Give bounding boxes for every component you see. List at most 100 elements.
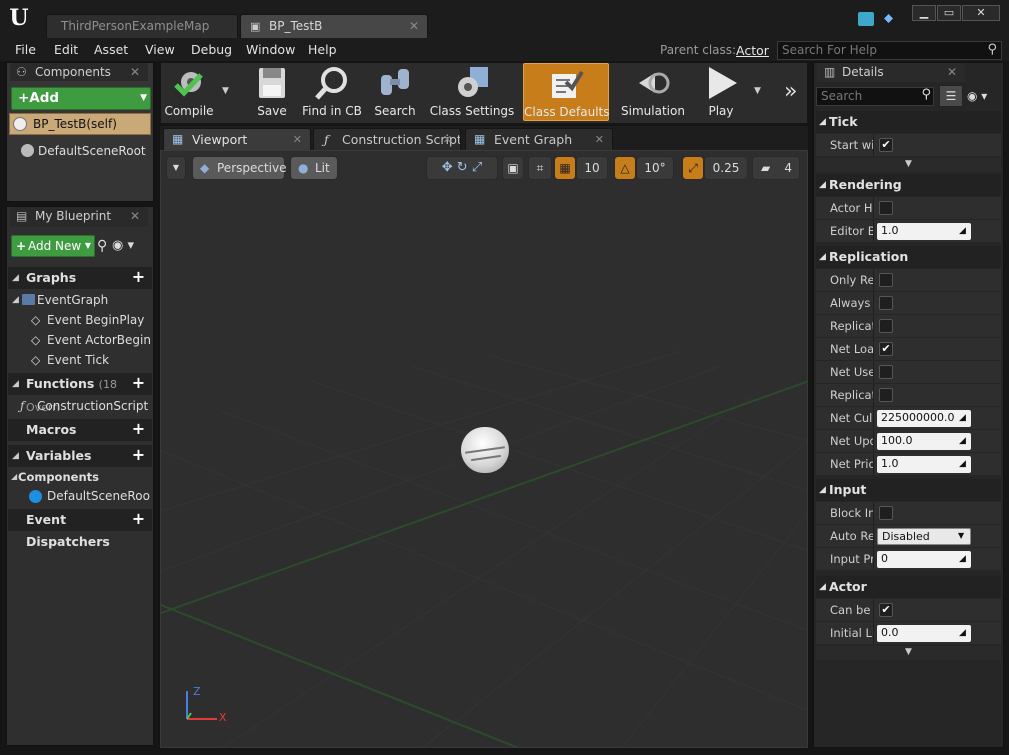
collapse-icon[interactable]: ◢ [12, 373, 19, 395]
chat-icon[interactable] [858, 12, 874, 26]
functions-section[interactable]: ◢ Functions (18 Overri + [8, 373, 152, 414]
learn-cap-icon[interactable]: ⬥ [884, 12, 902, 26]
default-scene-root-sphere[interactable] [461, 427, 509, 473]
search-button[interactable]: Search [370, 63, 420, 121]
drag-grip-icon[interactable]: ◢ [959, 554, 968, 564]
rotate-icon[interactable]: ↻ [457, 160, 468, 175]
variables-components-subsection[interactable]: ◢ Components [10, 468, 152, 486]
variable-item-default-scene-root[interactable]: DefaultSceneRoo [28, 487, 152, 505]
minimize-button[interactable]: ▁ [912, 5, 936, 21]
collapse-icon[interactable]: ◢ [819, 111, 826, 133]
translate-icon[interactable]: ✥ [442, 160, 453, 175]
scale-snap-value[interactable]: 0.25 [704, 156, 748, 180]
event-dispatchers-section[interactable]: Event Dispatchers + [8, 509, 152, 549]
menu-asset[interactable]: Asset [94, 42, 128, 57]
close-window-button[interactable]: ✕ [962, 5, 1000, 21]
unreal-logo-icon[interactable]: U [6, 4, 32, 32]
net-load-checkbox[interactable]: ✔ [879, 342, 893, 356]
tab-bp-testb[interactable]: ▣ BP_TestB ✕ [240, 14, 428, 38]
rotation-snap-value[interactable]: 10° [636, 156, 674, 180]
visibility-eye-icon[interactable]: ◉ ▾ [967, 87, 1001, 105]
auto-receive-input-select[interactable]: Disabled ▼ [877, 528, 971, 545]
always-relevant-checkbox[interactable] [879, 296, 893, 310]
details-section-input[interactable]: ◢ Input [816, 479, 1001, 501]
drag-grip-icon[interactable]: ◢ [959, 226, 968, 236]
collapse-icon[interactable]: ◢ [12, 445, 19, 467]
component-self-item[interactable]: BP_TestB(self) [9, 113, 151, 135]
search-icon[interactable]: ⚲ [921, 87, 931, 102]
menu-file[interactable]: File [15, 42, 36, 57]
menu-window[interactable]: Window [246, 42, 295, 57]
visibility-eye-icon[interactable]: ◉ ▾ [112, 237, 146, 255]
grid-snap-value[interactable]: 10 [576, 156, 608, 180]
macros-section[interactable]: Macros + [8, 419, 152, 441]
graphs-section[interactable]: ◢ Graphs + [8, 267, 152, 289]
tab-close-icon[interactable]: ✕ [409, 15, 419, 38]
grid-snap-icon[interactable]: ▦ [554, 156, 576, 180]
property-matrix-icon[interactable]: ☰ [939, 85, 963, 107]
compile-options-chevron-icon[interactable]: ▼ [222, 86, 238, 100]
toolbar-overflow-chevron-icon[interactable]: » [784, 78, 806, 106]
drag-grip-icon[interactable]: ◢ [959, 413, 968, 423]
compile-button[interactable]: Compile [162, 63, 216, 121]
replicate-movement-checkbox[interactable] [879, 319, 893, 333]
replicates-checkbox[interactable] [879, 388, 893, 402]
function-item-construction-script[interactable]: ƒ ConstructionScript [18, 397, 152, 415]
collapse-icon[interactable]: ◢ [819, 174, 826, 196]
collapse-icon[interactable]: ◢ [819, 246, 826, 268]
event-item-beginplay[interactable]: ◇ Event BeginPlay [30, 311, 152, 329]
viewport-options-chevron-icon[interactable]: ▼ [166, 156, 186, 180]
tick-advanced-expander-icon[interactable]: ▼ [816, 158, 1001, 172]
tab-close-icon[interactable]: ✕ [443, 129, 452, 150]
play-options-chevron-icon[interactable]: ▼ [754, 86, 766, 100]
help-search-input[interactable]: Search For Help ⚲ [777, 41, 1002, 60]
class-settings-button[interactable]: Class Settings [426, 63, 518, 121]
details-section-rendering[interactable]: ◢ Rendering [816, 174, 1001, 196]
add-function-icon[interactable]: + [131, 375, 146, 391]
my-blueprint-close-icon[interactable]: ✕ [130, 207, 140, 225]
camera-speed-button[interactable]: ▰ 4 [752, 156, 800, 180]
event-graph-item[interactable]: ◢ EventGraph [10, 291, 152, 309]
block-input-checkbox[interactable] [879, 506, 893, 520]
only-relevant-checkbox[interactable] [879, 273, 893, 287]
class-defaults-button[interactable]: Class Defaults [523, 63, 609, 121]
scale-icon[interactable]: ⤢ [472, 160, 482, 175]
menu-view[interactable]: View [145, 42, 175, 57]
net-cull-input[interactable]: 225000000.0 ◢ [877, 410, 971, 427]
details-close-icon[interactable]: ✕ [947, 63, 957, 81]
event-item-actorbegin[interactable]: ◇ Event ActorBegin [30, 331, 152, 349]
lit-button[interactable]: ● Lit [290, 156, 338, 180]
save-button[interactable]: Save [248, 63, 296, 121]
add-dispatcher-icon[interactable]: + [131, 511, 146, 527]
event-item-tick[interactable]: ◇ Event Tick [30, 351, 152, 369]
menu-help[interactable]: Help [308, 42, 337, 57]
search-icon[interactable]: ⚲ [97, 237, 110, 255]
collapse-icon[interactable]: ◢ [819, 479, 826, 501]
actor-advanced-expander-icon[interactable]: ▼ [816, 646, 1001, 660]
drag-grip-icon[interactable]: ◢ [959, 628, 968, 638]
details-section-replication[interactable]: ◢ Replication [816, 246, 1001, 268]
find-in-cb-button[interactable]: Find in CB [300, 63, 364, 121]
add-macro-icon[interactable]: + [131, 421, 146, 437]
net-priority-input[interactable]: 1.0 ◢ [877, 456, 971, 473]
collapse-icon[interactable]: ◢ [12, 267, 19, 289]
editor-billboard-input[interactable]: 1.0 ◢ [877, 223, 971, 240]
add-variable-icon[interactable]: + [131, 447, 146, 463]
play-button[interactable]: Play [694, 63, 748, 121]
actor-hidden-checkbox[interactable] [879, 201, 893, 215]
component-default-scene-root[interactable]: DefaultSceneRoot [20, 141, 152, 161]
viewport[interactable]: X Z [160, 150, 808, 748]
net-update-input[interactable]: 100.0 ◢ [877, 433, 971, 450]
input-priority-input[interactable]: 0 ◢ [877, 551, 971, 568]
tab-event-graph[interactable]: ▦ Event Graph ✕ [465, 128, 613, 150]
add-component-button[interactable]: +Add Component ▼ [11, 87, 151, 127]
tab-construction-script[interactable]: ƒ Construction Script ✕ [313, 128, 461, 150]
initial-life-span-input[interactable]: 0.0 ◢ [877, 625, 971, 642]
collapse-icon[interactable]: ◢ [11, 468, 17, 486]
tab-third-person-map[interactable]: ThirdPersonExampleMap [46, 14, 238, 38]
parent-class-link[interactable]: Actor [736, 43, 769, 58]
details-search-input[interactable]: Search ⚲ [816, 87, 934, 106]
components-close-icon[interactable]: ✕ [130, 63, 140, 81]
details-section-tick[interactable]: ◢ Tick [816, 111, 1001, 133]
add-graph-icon[interactable]: + [131, 269, 146, 285]
